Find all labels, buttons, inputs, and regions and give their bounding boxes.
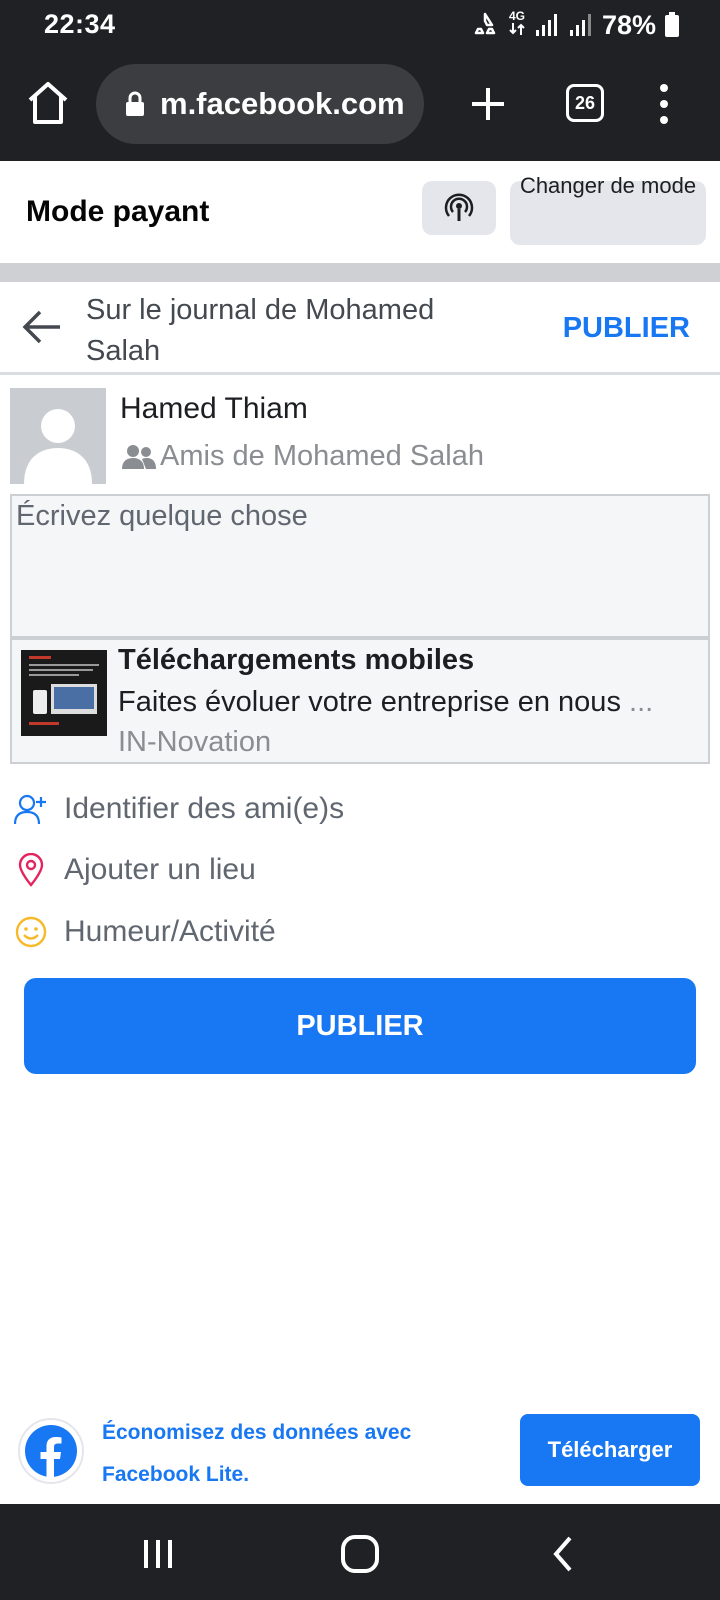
signal-icon-2 xyxy=(569,14,591,36)
status-time: 22:34 xyxy=(44,9,116,39)
link-preview-thumbnail xyxy=(21,650,107,736)
new-tab-icon[interactable] xyxy=(466,82,510,126)
facebook-logo-icon xyxy=(18,1418,84,1484)
mode-title: Mode payant xyxy=(26,195,210,228)
default-avatar-icon xyxy=(24,409,92,484)
feeling-activity-label: Humeur/Activité xyxy=(64,915,276,948)
add-location-row[interactable]: Ajouter un lieu xyxy=(14,845,704,895)
audience-label: Amis de Mohamed Salah xyxy=(160,440,484,472)
tag-friends-row[interactable]: Identifier des ami(e)s xyxy=(14,784,704,834)
link-preview-card[interactable]: Téléchargements mobiles Faites évoluer v… xyxy=(10,638,710,764)
recent-apps-icon[interactable] xyxy=(140,1534,180,1574)
friends-icon xyxy=(122,444,156,469)
browser-toolbar: m.facebook.com 26 xyxy=(0,52,720,161)
section-divider xyxy=(0,263,720,282)
status-icons: 4G 78% xyxy=(470,9,680,41)
location-pin-icon xyxy=(14,853,48,887)
avatar xyxy=(10,388,106,484)
tab-switcher-button[interactable]: 26 xyxy=(566,84,604,122)
post-text-input[interactable] xyxy=(10,494,710,638)
composer-header: Sur le journal de Mohamed Salah PUBLIER xyxy=(0,282,720,375)
link-preview-domain: IN-Novation xyxy=(118,726,272,758)
composer-title: Sur le journal de Mohamed Salah xyxy=(86,294,435,367)
download-button[interactable]: Télécharger xyxy=(520,1414,700,1486)
user-name: Hamed Thiam xyxy=(120,392,308,425)
facebook-lite-banner: Économisez des données avec Facebook Lit… xyxy=(0,1406,720,1506)
mode-info-button[interactable] xyxy=(422,181,496,235)
home-icon[interactable] xyxy=(26,80,70,126)
link-preview-title: Téléchargements mobiles xyxy=(118,644,475,676)
switch-mode-button[interactable]: Changer de mode xyxy=(510,173,706,245)
lock-icon xyxy=(126,91,144,116)
back-arrow-icon[interactable] xyxy=(22,309,62,345)
promo-text: Économisez des données avec Facebook Lit… xyxy=(102,1421,412,1486)
back-nav-icon[interactable] xyxy=(544,1534,584,1574)
tag-friends-icon xyxy=(14,792,48,826)
audience-selector[interactable]: Amis de Mohamed Salah xyxy=(122,440,484,473)
more-menu-icon[interactable] xyxy=(652,82,676,126)
data-saver-icon xyxy=(474,12,496,35)
switch-mode-label: Changer de mode xyxy=(519,173,697,198)
data-mode-bar: Mode payant Changer de mode xyxy=(0,161,720,261)
tag-friends-label: Identifier des ami(e)s xyxy=(64,792,345,825)
link-preview-description: Faites évoluer votre entreprise en nous … xyxy=(118,686,654,718)
smiley-icon xyxy=(14,915,48,949)
battery-percent: 78% xyxy=(601,9,656,40)
feeling-activity-row[interactable]: Humeur/Activité xyxy=(14,907,704,957)
add-location-label: Ajouter un lieu xyxy=(64,853,256,886)
ellipsis: ... xyxy=(629,686,654,718)
home-nav-icon[interactable] xyxy=(340,1534,380,1574)
broadcast-icon xyxy=(444,193,474,221)
publish-header-button[interactable]: PUBLIER xyxy=(563,312,690,345)
navigation-bar xyxy=(0,1504,720,1600)
signal-icon xyxy=(535,14,557,36)
network-type-icon: 4G xyxy=(508,10,526,40)
address-bar[interactable]: m.facebook.com xyxy=(96,64,424,144)
battery-icon xyxy=(665,12,679,37)
url-text: m.facebook.com xyxy=(160,86,405,121)
status-bar: 22:34 4G 78% xyxy=(0,0,720,52)
publish-button[interactable]: PUBLIER xyxy=(24,978,696,1074)
